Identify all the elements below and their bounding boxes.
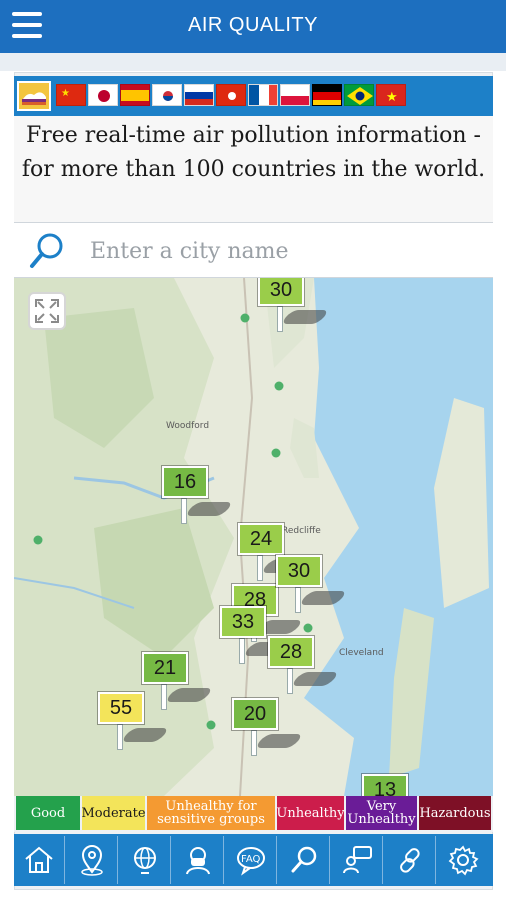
faq-icon[interactable]: FAQ <box>226 836 277 884</box>
aqi-value: 20 <box>232 698 278 730</box>
flag-vietnam-icon[interactable]: ★ <box>376 84 406 106</box>
flag-russia-icon[interactable] <box>184 84 214 106</box>
svg-text:FAQ: FAQ <box>241 854 260 865</box>
legend-unhealthy: Unhealthy <box>276 796 345 830</box>
gear-icon[interactable] <box>438 836 489 884</box>
tagline: Free real-time air pollution information… <box>14 116 493 222</box>
legend-hazardous: Hazardous <box>419 796 491 830</box>
legend-unhealthy-sensitive: Unhealthy for sensitive groups <box>147 796 275 830</box>
place-label: Woodford <box>166 421 209 431</box>
aqi-value: 28 <box>268 636 314 668</box>
search-bar <box>14 222 493 278</box>
aqi-value: 55 <box>98 692 144 724</box>
aqi-value: 30 <box>258 278 304 306</box>
aqi-value: 24 <box>238 523 284 555</box>
face-mask-icon[interactable] <box>173 836 224 884</box>
aqi-value: 33 <box>220 606 266 638</box>
language-bar: ★ ★ <box>14 76 493 116</box>
flag-germany-icon[interactable] <box>312 84 342 106</box>
flag-poland-icon[interactable] <box>280 84 310 106</box>
flag-china-icon[interactable]: ★ <box>56 84 86 106</box>
aqi-value: 30 <box>276 555 322 587</box>
flag-japan-icon[interactable] <box>88 84 118 106</box>
city-search-input[interactable] <box>90 233 480 269</box>
flag-spain-icon[interactable] <box>120 84 150 106</box>
aqi-value: 21 <box>142 652 188 684</box>
flag-brazil-icon[interactable] <box>344 84 374 106</box>
legend-good: Good <box>16 796 80 830</box>
aqi-value: 16 <box>162 466 208 498</box>
app-bar: AIR QUALITY <box>0 0 506 53</box>
app-title: AIR QUALITY <box>188 14 318 36</box>
home-icon[interactable] <box>14 836 65 884</box>
aqi-value: 13 <box>362 774 408 796</box>
fullscreen-icon[interactable] <box>28 292 66 330</box>
place-label: Redcliffe <box>282 526 321 536</box>
flag-france-icon[interactable] <box>248 84 278 106</box>
magnifier-icon[interactable] <box>28 231 66 271</box>
aqi-legend: Good Moderate Unhealthy for sensitive gr… <box>14 796 493 832</box>
place-label: Cleveland <box>339 648 384 658</box>
flag-korea-icon[interactable] <box>152 84 182 106</box>
app-logo-icon[interactable] <box>17 81 51 111</box>
map-view[interactable]: Woodford Redcliffe Cleveland 30 16 24 28… <box>14 278 493 796</box>
link-icon[interactable] <box>385 836 436 884</box>
svg-text:★: ★ <box>386 90 398 105</box>
search-icon[interactable] <box>279 836 330 884</box>
legend-very-unhealthy: Very Unhealthy <box>346 796 417 830</box>
svg-text:★: ★ <box>61 88 70 99</box>
map-pin-icon[interactable] <box>67 836 118 884</box>
legend-moderate: Moderate <box>81 796 146 830</box>
chat-person-icon[interactable] <box>332 836 383 884</box>
top-strip <box>0 53 506 71</box>
bottom-nav: FAQ <box>14 834 493 886</box>
flag-hongkong-icon[interactable] <box>216 84 246 106</box>
globe-icon[interactable] <box>120 836 171 884</box>
